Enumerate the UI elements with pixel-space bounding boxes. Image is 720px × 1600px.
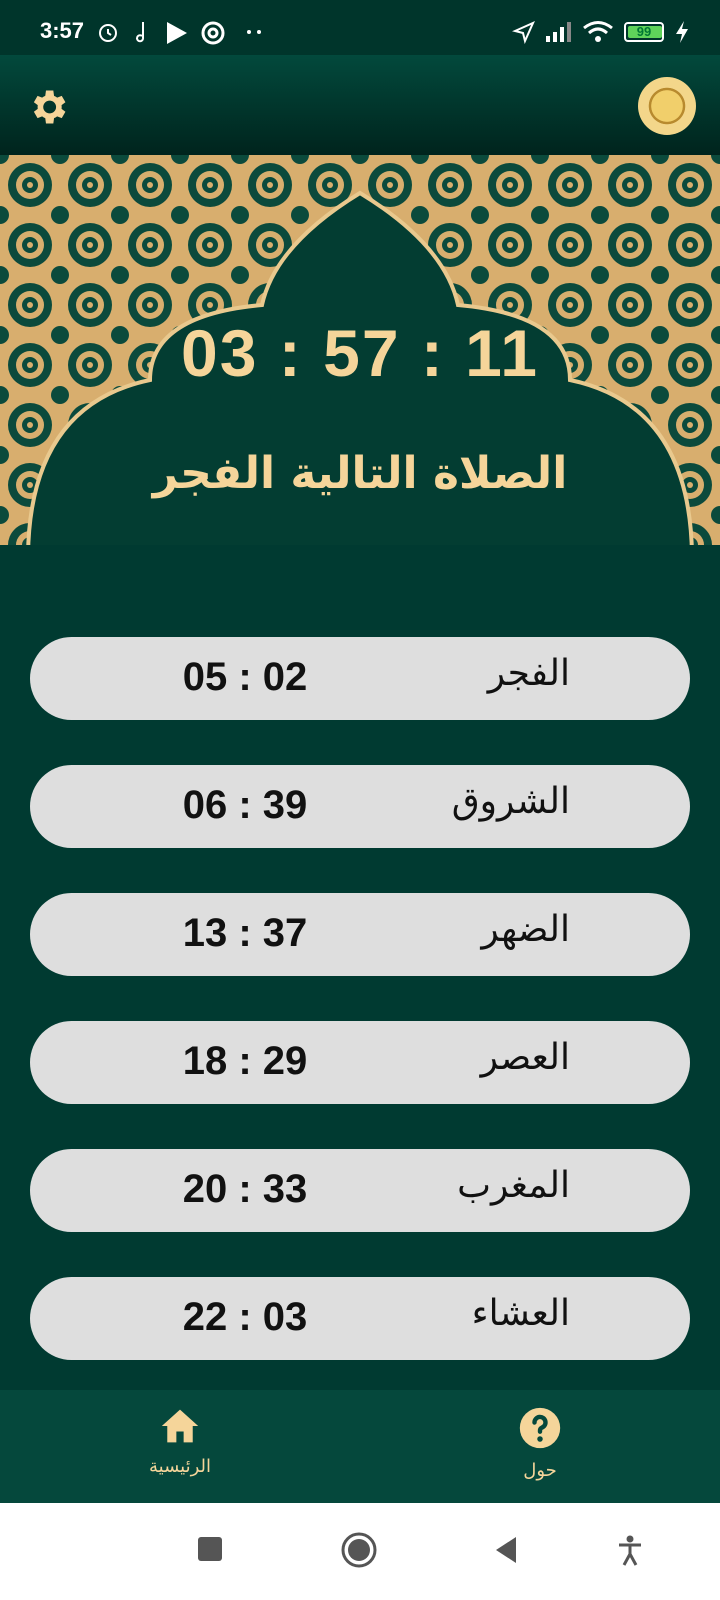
nav-home-label: الرئيسية — [149, 1456, 211, 1477]
prayer-name: الفجر — [487, 653, 570, 694]
more-dots-icon — [247, 30, 261, 34]
prayer-name: الشروق — [451, 781, 570, 822]
prayer-time: 05 : 02 — [182, 655, 308, 699]
location-icon — [512, 21, 535, 44]
prayer-time: 22 : 03 — [182, 1295, 308, 1339]
help-icon — [519, 1407, 561, 1449]
prayer-name: العشاء — [471, 1293, 570, 1334]
status-time: 3:57 — [40, 18, 85, 43]
prayer-name: المغرب — [457, 1165, 570, 1206]
countdown-timer: 03 : 57 : 11 — [181, 316, 539, 390]
prayer-time: 06 : 39 — [182, 783, 308, 827]
wifi-icon — [583, 21, 613, 42]
allah-calligraphy-logo — [638, 77, 696, 135]
prayer-row-fajr: 05 : 02 الفجر — [30, 637, 690, 720]
prayer-row-asr: 18 : 29 العصر — [30, 1021, 690, 1104]
home-circle-icon[interactable] — [340, 1531, 378, 1569]
home-icon — [161, 1409, 199, 1443]
charging-icon — [676, 21, 688, 43]
nav-about-label: حول — [523, 1460, 557, 1481]
alarm-icon — [99, 24, 117, 42]
prayer-time: 13 : 37 — [182, 911, 308, 955]
prayer-name: العصر — [480, 1037, 570, 1078]
signal-icon — [546, 22, 571, 42]
next-prayer-label: الصلاة التالية الفجر — [152, 448, 568, 499]
prayer-time: 18 : 29 — [182, 1039, 308, 1083]
accessibility-icon[interactable] — [616, 1535, 644, 1567]
prayer-row-maghrib: 20 : 33 المغرب — [30, 1149, 690, 1232]
bottom-navigation: الرئيسية حول — [0, 1390, 720, 1503]
prayer-time: 20 : 33 — [182, 1167, 308, 1211]
recents-square-icon[interactable] — [196, 1535, 224, 1563]
play-store-icon — [167, 22, 187, 44]
music-icon — [136, 22, 144, 43]
prayer-row-sunrise: 06 : 39 الشروق — [30, 765, 690, 848]
back-triangle-icon[interactable] — [492, 1535, 520, 1565]
nav-about[interactable]: حول — [460, 1406, 620, 1481]
nav-home[interactable]: الرئيسية — [100, 1406, 260, 1477]
prayer-name: الضهر — [481, 909, 570, 950]
battery-level: 99 — [636, 24, 652, 39]
gear-icon[interactable] — [26, 85, 70, 129]
prayer-times-list: 05 : 02 الفجر 06 : 39 الشروق 13 : 37 الض… — [30, 637, 690, 1405]
app-bar — [0, 55, 720, 155]
at-icon — [201, 21, 225, 45]
status-bar: 3:57 99 — [0, 0, 720, 55]
prayer-row-dhuhr: 13 : 37 الضهر — [30, 893, 690, 976]
battery-icon: 99 — [624, 22, 664, 42]
prayer-row-isha: 22 : 03 العشاء — [30, 1277, 690, 1360]
system-navigation-bar — [0, 1503, 720, 1600]
